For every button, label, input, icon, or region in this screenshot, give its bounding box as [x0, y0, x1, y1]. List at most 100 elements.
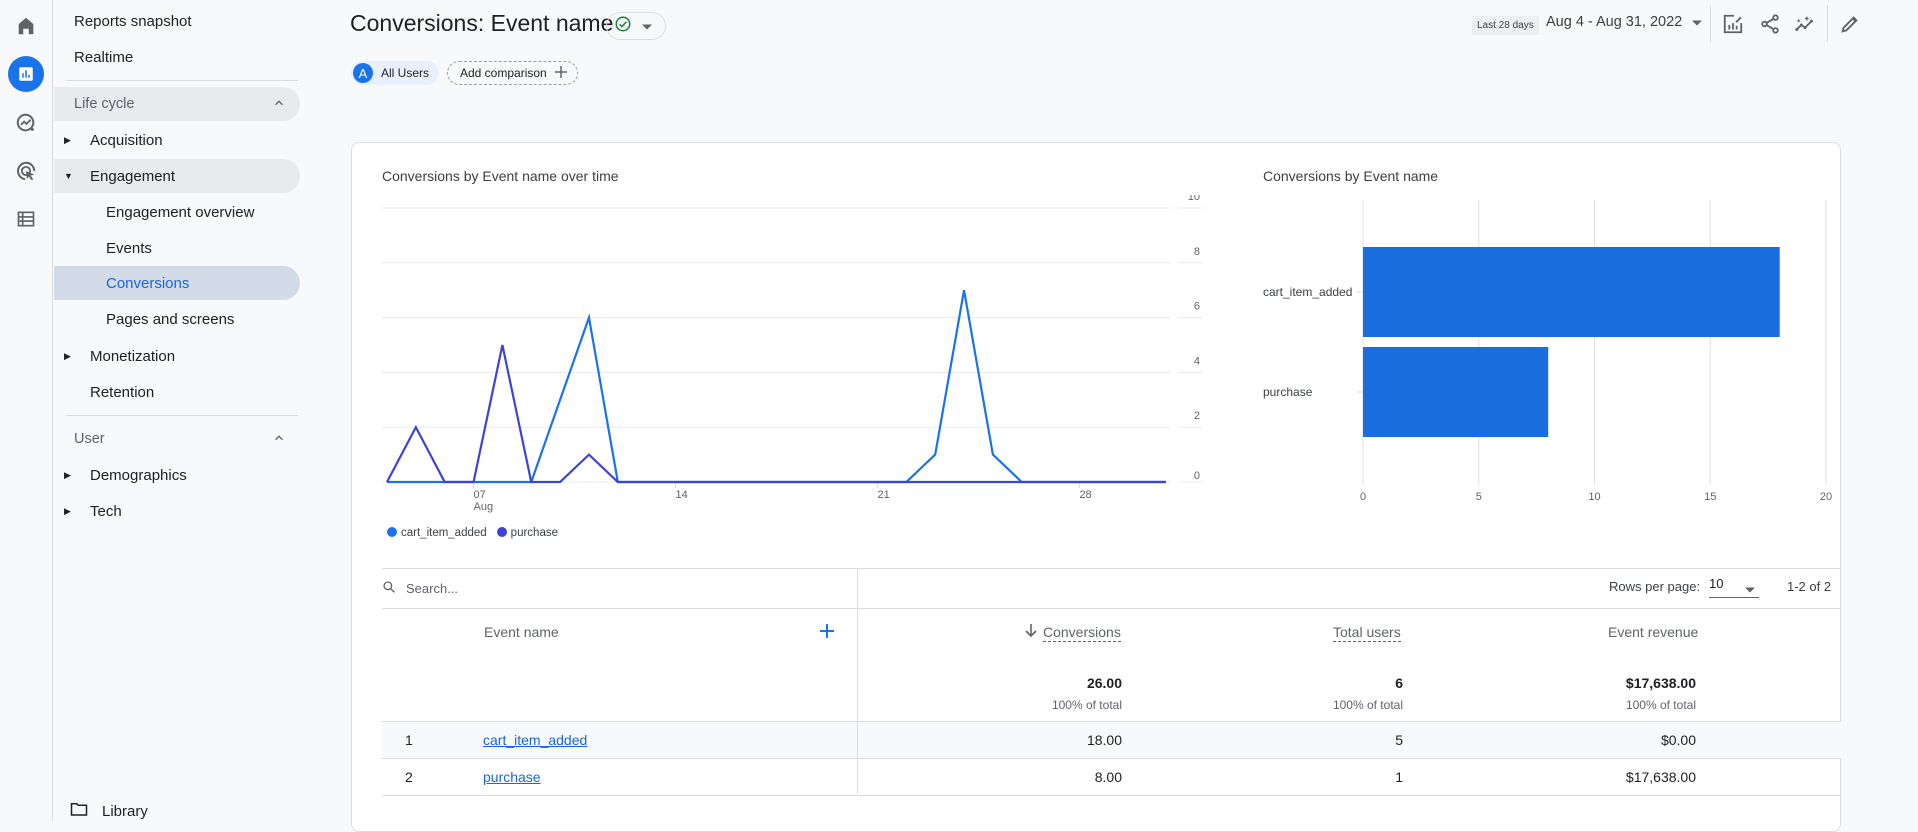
row-event-revenue: $17,638.00 [1625, 769, 1696, 785]
configure-icon[interactable] [8, 201, 44, 237]
toolbar-divider [1827, 5, 1828, 42]
left-rail [0, 0, 53, 821]
legend-item-cart-item-added[interactable]: cart_item_added [387, 527, 487, 539]
nav-label: Retention [90, 383, 155, 401]
column-header-total-users[interactable]: Total users [1333, 624, 1401, 642]
reports-icon[interactable] [8, 56, 44, 92]
y-tick-label: 4 [1194, 355, 1200, 367]
nav-library[interactable]: Library [54, 794, 300, 828]
row-event-revenue: $0.00 [1660, 732, 1696, 748]
caret-down-icon [1692, 14, 1703, 30]
category-label: cart_item_added [1263, 285, 1352, 299]
sort-arrow-down-icon[interactable] [1025, 624, 1037, 643]
row-index: 2 [405, 769, 413, 785]
explore-icon[interactable] [8, 105, 44, 141]
caret-right-icon: ▶ [64, 505, 71, 516]
report-navigation: Reports snapshot Realtime Life cycle ▶ A… [54, 0, 300, 821]
nav-section-life-cycle[interactable]: Life cycle [54, 87, 300, 121]
column-header-event-name[interactable]: Event name [484, 624, 559, 640]
nav-label: Pages and screens [106, 310, 235, 328]
table-divider [382, 568, 1841, 569]
home-icon[interactable] [8, 8, 44, 44]
date-range-text: Aug 4 - Aug 31, 2022 [1546, 14, 1683, 30]
nav-realtime[interactable]: Realtime [54, 40, 300, 74]
edit-icon[interactable] [1838, 12, 1862, 36]
nav-label: Monetization [90, 347, 176, 365]
nav-demographics[interactable]: ▶ Demographics [54, 458, 300, 492]
event-link-cart-item-added[interactable]: cart_item_added [483, 732, 587, 748]
nav-label: Tech [90, 502, 122, 520]
y-tick-label: 8 [1194, 246, 1200, 258]
column-header-conversions[interactable]: Conversions [1043, 624, 1121, 642]
nav-engagement-overview[interactable]: Engagement overview [54, 195, 300, 229]
nav-reports-snapshot[interactable]: Reports snapshot [54, 4, 300, 38]
column-header-event-revenue[interactable]: Event revenue [1608, 624, 1698, 640]
category-label: purchase [1263, 385, 1313, 399]
line-chart: 0 2 4 6 8 10 07Aug 14 21 28 [382, 195, 1202, 513]
nav-events[interactable]: Events [54, 231, 300, 265]
nav-retention[interactable]: Retention [54, 375, 300, 409]
search-icon [382, 580, 396, 597]
table-divider [382, 721, 1841, 722]
nav-pages-and-screens[interactable]: Pages and screens [54, 302, 300, 336]
nav-conversions[interactable]: Conversions [54, 266, 300, 300]
caret-right-icon: ▶ [64, 350, 71, 361]
nav-section-user[interactable]: User [54, 422, 300, 456]
table-search[interactable]: Search... [382, 580, 458, 597]
add-dimension-icon[interactable] [820, 624, 834, 643]
nav-label: Engagement overview [106, 203, 255, 221]
rows-per-page-value: 10 [1709, 576, 1724, 591]
insights-icon[interactable] [1793, 12, 1817, 36]
page-title: Conversions: Event name [350, 10, 614, 36]
report-status-dropdown[interactable] [606, 12, 666, 40]
share-icon[interactable] [1758, 12, 1782, 36]
total-conversions-pct: 100% of total [1051, 698, 1122, 712]
add-comparison-button[interactable]: Add comparison [447, 61, 578, 85]
line-chart-title: Conversions by Event name over time [382, 168, 619, 184]
y-tick-label: 0 [1194, 470, 1200, 482]
advertising-icon[interactable] [8, 153, 44, 189]
nav-acquisition[interactable]: ▶ Acquisition [54, 123, 300, 157]
x-tick-label: 20 [1820, 491, 1832, 503]
toolbar-divider [1710, 5, 1711, 42]
x-tick-label: 15 [1704, 491, 1716, 503]
total-event-revenue-pct: 100% of total [1625, 698, 1696, 712]
nav-label: Conversions [106, 274, 190, 292]
legend-item-purchase[interactable]: purchase [496, 527, 558, 539]
bar-purchase [1363, 347, 1549, 437]
row-conversions: 8.00 [1094, 769, 1122, 785]
avatar: A [353, 63, 373, 83]
table-divider [382, 795, 1841, 796]
divider [66, 415, 298, 416]
button-label: Add comparison [460, 66, 547, 80]
legend-dot [387, 527, 397, 537]
row-index: 1 [405, 732, 413, 748]
x-tick-label: 28 [1079, 489, 1091, 501]
date-range-picker[interactable]: Aug 4 - Aug 31, 2022 [1546, 14, 1703, 30]
bar-cart-item-added [1363, 247, 1780, 337]
customize-report-icon[interactable] [1721, 12, 1745, 36]
section-label: Life cycle [74, 96, 135, 112]
line-chart-legend: cart_item_added purchase [387, 527, 558, 539]
caret-right-icon: ▶ [64, 469, 71, 480]
row-conversions: 18.00 [1086, 732, 1122, 748]
nav-tech[interactable]: ▶ Tech [54, 494, 300, 528]
row-total-users: 5 [1395, 732, 1403, 748]
legend-label: purchase [510, 527, 558, 539]
series-line-cart-item-added [387, 290, 1166, 484]
y-tick-label: 6 [1194, 301, 1200, 313]
rows-per-page-select[interactable]: 10 [1709, 576, 1759, 598]
folder-icon [70, 801, 88, 821]
nav-engagement[interactable]: ▼ Engagement [54, 159, 300, 193]
legend-dot [496, 527, 507, 537]
table-divider [382, 758, 1841, 759]
caret-down-icon [1745, 581, 1755, 596]
nav-label: Reports snapshot [74, 12, 192, 30]
total-users: 6 [1395, 675, 1403, 691]
event-link-purchase[interactable]: purchase [483, 769, 541, 785]
comparison-chip-all-users[interactable]: A All Users [351, 61, 439, 85]
nav-monetization[interactable]: ▶ Monetization [54, 339, 300, 373]
legend-label: cart_item_added [401, 527, 487, 539]
search-input[interactable]: Search... [406, 581, 458, 596]
x-tick-label: 5 [1476, 491, 1482, 503]
